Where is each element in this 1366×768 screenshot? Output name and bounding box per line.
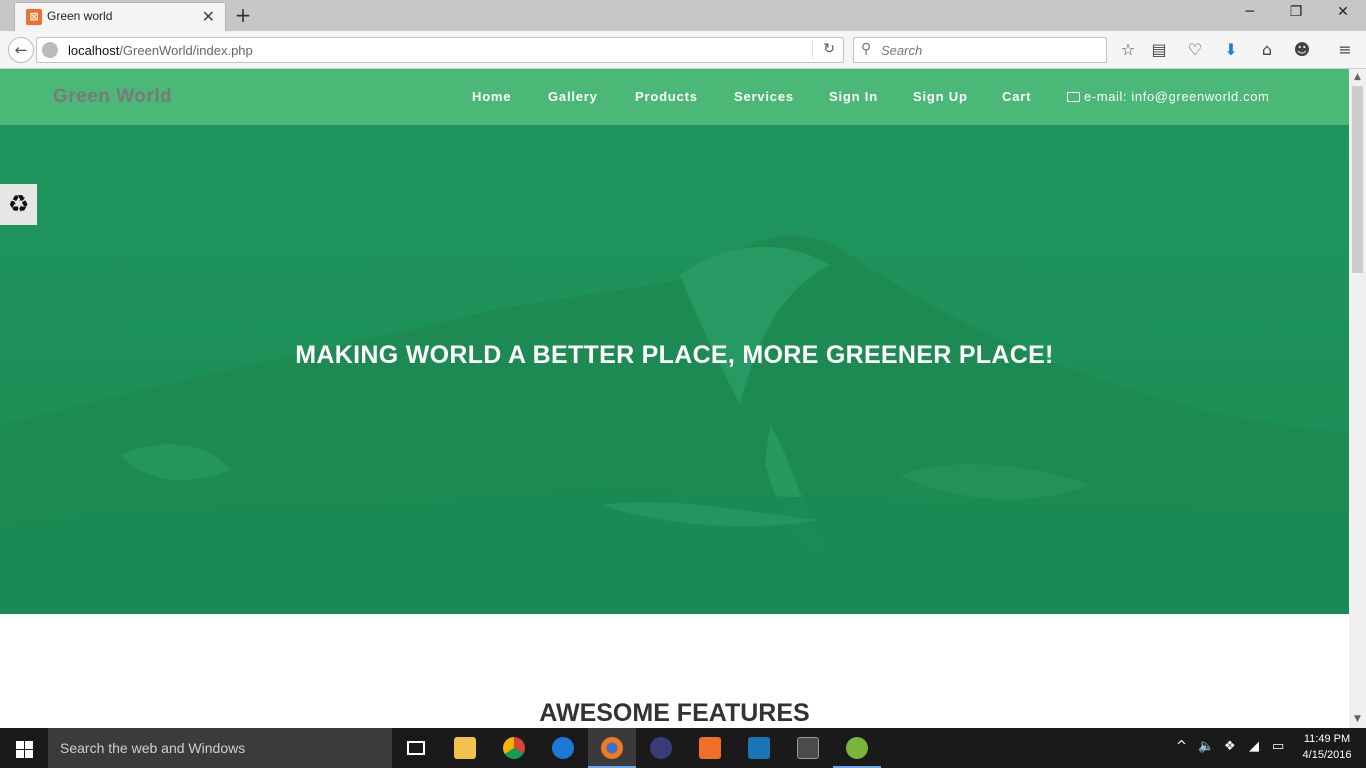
back-button[interactable]: ← (8, 37, 34, 63)
restore-button[interactable]: ❐ (1273, 4, 1319, 20)
tab-title: Green world (47, 9, 113, 23)
firefox-button[interactable] (588, 728, 636, 768)
xampp-icon (699, 737, 721, 759)
dropbox-icon[interactable]: ❖ (1224, 739, 1236, 754)
url-path: /GreenWorld/index.php (119, 43, 253, 58)
recycle-icon[interactable]: ♻ (0, 184, 37, 225)
windows-logo-part (16, 750, 24, 758)
sublime-button[interactable] (784, 728, 832, 768)
taskbar-search-text: Search the web and Windows (60, 740, 246, 756)
nav-home[interactable]: Home (472, 89, 511, 104)
scroll-down-icon[interactable]: ▼ (1349, 714, 1366, 724)
windows-taskbar: Search the web and Windows ^ 🔈 ❖ ◢ ▭ 11:… (0, 728, 1366, 768)
pocket-icon[interactable]: ♡ (1184, 39, 1206, 61)
browser-tab-strip: ⊠ Green world ✕ + ─ ❐ ✕ (0, 0, 1366, 31)
close-tab-icon[interactable]: ✕ (202, 7, 215, 26)
file-explorer-button[interactable] (441, 728, 489, 768)
windows-logo-icon (16, 741, 24, 749)
task-view-button[interactable] (392, 728, 440, 768)
taskbar-clock[interactable]: 11:49 PM 4/15/2016 (1296, 731, 1358, 763)
nav-gallery[interactable]: Gallery (548, 89, 598, 104)
globe-icon (42, 42, 58, 58)
xampp-button[interactable] (686, 728, 734, 768)
eclipse-button[interactable] (637, 728, 685, 768)
sublime-icon (797, 737, 819, 759)
start-button[interactable] (0, 728, 48, 768)
browser-tab[interactable]: ⊠ Green world ✕ (14, 2, 226, 31)
site-navbar: Green World Home Gallery Products Servic… (0, 69, 1349, 125)
edge-icon (552, 737, 574, 759)
nav-sign-up[interactable]: Sign Up (913, 89, 968, 104)
search-icon: ⚲ (861, 41, 872, 57)
clock-date: 4/15/2016 (1302, 749, 1352, 761)
site-brand[interactable]: Green World (53, 86, 172, 108)
browser-toolbar: ← localhost/GreenWorld/index.php ↻ ⚲ Sea… (0, 31, 1366, 69)
edge-button[interactable] (539, 728, 587, 768)
brackets-icon (748, 737, 770, 759)
downloads-icon[interactable]: ⬇ (1220, 39, 1242, 61)
url-host: localhost (68, 43, 120, 58)
windows-logo-part (25, 750, 33, 758)
taskbar-search[interactable]: Search the web and Windows (48, 728, 392, 768)
chrome-icon (503, 737, 525, 759)
nav-cart[interactable]: Cart (1002, 89, 1031, 104)
volume-icon[interactable]: 🔈 (1198, 739, 1214, 754)
nav-sign-in[interactable]: Sign In (829, 89, 878, 104)
email-text: e-mail: info@greenworld.com (1084, 89, 1270, 104)
menu-icon[interactable]: ≡ (1334, 39, 1356, 61)
page-scrollbar[interactable]: ▲ ▼ (1349, 69, 1366, 728)
brackets-button[interactable] (735, 728, 783, 768)
url-bar[interactable]: localhost/GreenWorld/index.php ↻ (36, 37, 844, 63)
close-window-button[interactable]: ✕ (1320, 4, 1366, 20)
web-page: Green World Home Gallery Products Servic… (0, 69, 1349, 728)
minimize-button[interactable]: ─ (1227, 4, 1273, 20)
notifications-icon[interactable]: ▭ (1272, 739, 1284, 754)
url-text: localhost/GreenWorld/index.php (68, 43, 253, 58)
envelope-icon (1067, 92, 1080, 102)
reading-list-icon[interactable]: ▤ (1148, 39, 1170, 61)
wifi-icon[interactable]: ◢ (1249, 739, 1259, 754)
reload-icon[interactable]: ↻ (823, 41, 835, 57)
scrollbar-thumb[interactable] (1352, 86, 1363, 273)
utorrent-button[interactable] (833, 728, 881, 768)
bookmark-star-icon[interactable]: ☆ (1117, 39, 1139, 61)
features-heading: AWESOME FEATURES (539, 699, 810, 727)
scroll-up-icon[interactable]: ▲ (1349, 72, 1366, 82)
search-placeholder: Search (881, 43, 923, 58)
eclipse-icon (650, 737, 672, 759)
nav-products[interactable]: Products (635, 89, 698, 104)
task-view-icon (407, 741, 425, 755)
hello-chat-icon[interactable]: ☻ (1291, 39, 1313, 61)
windows-logo-part (25, 741, 33, 749)
email-contact[interactable]: e-mail: info@greenworld.com (1067, 89, 1269, 104)
hero-banner: MAKING WORLD A BETTER PLACE, MORE GREENE… (0, 125, 1349, 614)
nav-services[interactable]: Services (734, 89, 794, 104)
new-tab-button[interactable]: + (232, 3, 254, 27)
folder-icon (454, 737, 476, 759)
search-bar[interactable]: ⚲ Search (853, 37, 1107, 63)
tray-chevron-icon[interactable]: ^ (1176, 739, 1187, 754)
chrome-button[interactable] (490, 728, 538, 768)
utorrent-icon (846, 737, 868, 759)
url-divider (812, 41, 813, 59)
clock-time: 11:49 PM (1303, 733, 1351, 745)
home-icon[interactable]: ⌂ (1256, 39, 1278, 61)
xampp-favicon-icon: ⊠ (26, 9, 42, 25)
hero-title: MAKING WORLD A BETTER PLACE, MORE GREENE… (295, 341, 1054, 369)
firefox-icon (601, 737, 623, 759)
